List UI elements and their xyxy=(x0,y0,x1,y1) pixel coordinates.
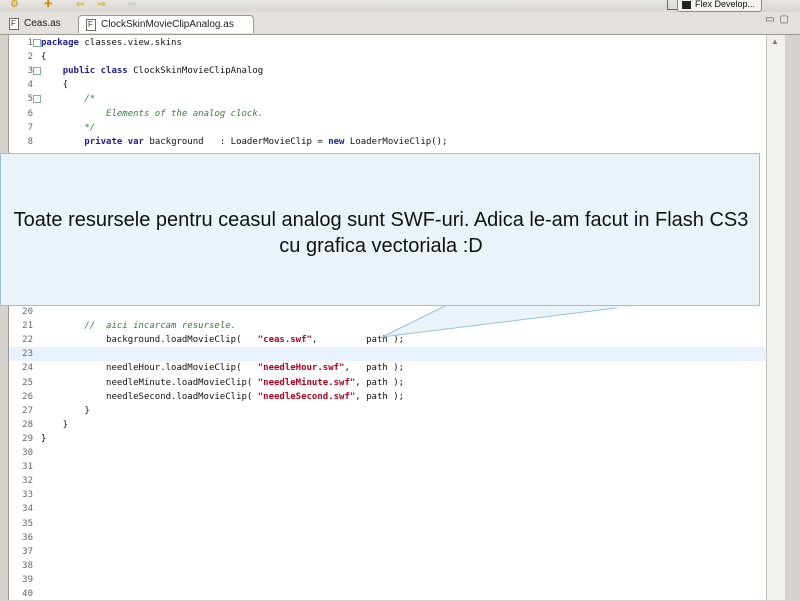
callout-text: Toate resursele pentru ceasul analog sun… xyxy=(13,209,749,257)
annotation-callout: Toate resursele pentru ceasul analog sun… xyxy=(0,153,760,306)
